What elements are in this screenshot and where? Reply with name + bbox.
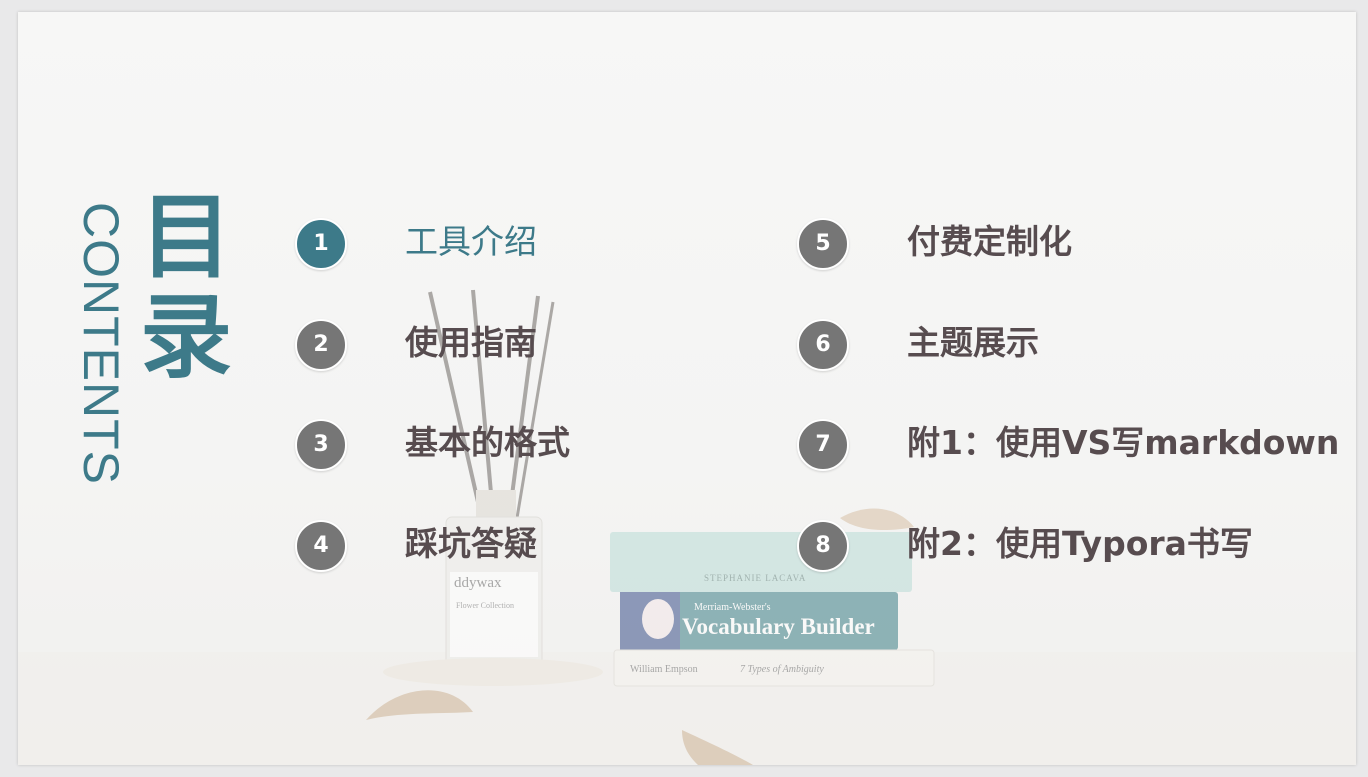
number-badge: 4	[295, 520, 347, 572]
menu-item-label: 使用指南	[405, 323, 537, 362]
book3-author-text: William Empson	[630, 664, 698, 675]
number-badge: 6	[797, 319, 849, 371]
menu-item-label: 主题展示	[907, 323, 1039, 362]
slide: ddywax Flower Collection STEPHANIE LACAV…	[18, 12, 1356, 765]
number-badge: 7	[797, 419, 849, 471]
menu-item-label: 工具介绍	[405, 222, 537, 261]
menu-item-label: 踩坑答疑	[405, 524, 537, 563]
title-cn-text: 目录	[139, 184, 232, 391]
title-english: CONTENTS	[73, 202, 129, 485]
number-badge: 5	[797, 218, 849, 270]
menu-item-label: 附2：使用Typora书写	[907, 524, 1253, 563]
number-badge: 8	[797, 520, 849, 572]
title-main: 目录	[136, 188, 236, 388]
book2-publisher-text: Merriam-Webster's	[694, 602, 771, 613]
menu-item-label: 付费定制化	[907, 222, 1072, 261]
menu-item-label: 基本的格式	[405, 423, 570, 462]
number-badge: 1	[295, 218, 347, 270]
number-badge: 2	[295, 319, 347, 371]
book1-author-text: STEPHANIE LACAVA	[704, 573, 806, 583]
jar-brand-text: ddywax	[454, 575, 502, 591]
number-badge: 3	[295, 419, 347, 471]
book3-title-text: 7 Types of Ambiguity	[740, 664, 824, 675]
jar-sub-text: Flower Collection	[456, 601, 514, 610]
book2-title-text: Vocabulary Builder	[682, 614, 875, 639]
menu-item-label: 附1：使用VS写markdown	[907, 423, 1340, 462]
